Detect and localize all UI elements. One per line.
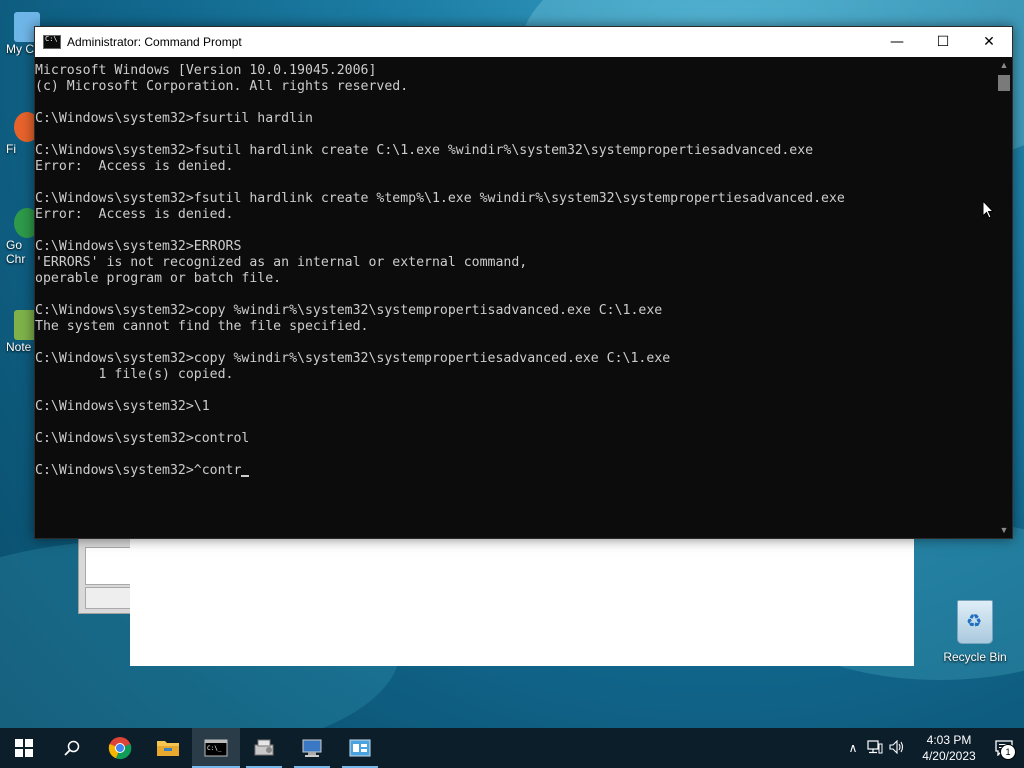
vertical-scrollbar[interactable]: ▲ ▼ [996, 57, 1012, 538]
console-line: 1 file(s) copied. [35, 367, 234, 382]
svg-text:C:\_: C:\_ [207, 745, 222, 752]
background-window-panel [78, 534, 132, 614]
windows-logo-icon [15, 739, 33, 757]
maximize-button[interactable]: ☐ [920, 27, 966, 57]
text-cursor-icon [241, 475, 250, 477]
taskbar-chrome-button[interactable] [96, 728, 144, 768]
scroll-up-arrow-icon[interactable]: ▲ [996, 57, 1012, 73]
background-window[interactable] [78, 534, 914, 666]
taskbar-file-explorer-button[interactable] [144, 728, 192, 768]
folder-icon [157, 741, 179, 756]
control-panel-icon [349, 739, 371, 757]
scroll-down-arrow-icon[interactable]: ▼ [996, 522, 1012, 538]
desktop-icon-recycle-bin[interactable]: Recycle Bin [942, 600, 1008, 664]
background-window-content [130, 534, 914, 666]
console-line: C:\Windows\system32>copy %windir%\system… [35, 303, 663, 318]
console-line: Error: Access is denied. [35, 207, 234, 222]
clock-date: 4/20/2023 [922, 749, 976, 763]
window-controls: — ☐ ✕ [874, 27, 1012, 57]
console-line: Microsoft Windows [Version 10.0.19045.20… [35, 63, 377, 78]
console-output[interactable]: Microsoft Windows [Version 10.0.19045.20… [35, 57, 996, 538]
console-line: C:\Windows\system32>fsurtil hardlin [35, 111, 313, 126]
console-line: C:\Windows\system32>ERRORS [35, 239, 242, 254]
start-button[interactable] [0, 728, 48, 768]
search-button[interactable] [48, 728, 96, 768]
background-window-box [85, 547, 131, 585]
taskbar-app-1-button[interactable] [240, 728, 288, 768]
taskbar-command-prompt-button[interactable]: C:\_ [192, 728, 240, 768]
volume-icon[interactable] [886, 739, 908, 757]
search-icon [64, 740, 80, 756]
console-current-input-line[interactable]: C:\Windows\system32>^contr [35, 463, 996, 479]
console-line: C:\Windows\system32>copy %windir%\system… [35, 351, 671, 366]
clock[interactable]: 4:03 PM 4/20/2023 [914, 732, 984, 764]
chrome-icon [108, 737, 132, 760]
taskbar-app-3-button[interactable] [336, 728, 384, 768]
system-app-icon [254, 739, 274, 756]
command-prompt-icon: C:\_ [204, 739, 228, 757]
title-bar[interactable]: Administrator: Command Prompt — ☐ ✕ [35, 27, 1012, 57]
recycle-bin-label: Recycle Bin [943, 650, 1007, 664]
console-line: C:\Windows\system32>fsutil hardlink crea… [35, 143, 814, 158]
console-line: Error: Access is denied. [35, 159, 234, 174]
console-line: (c) Microsoft Corporation. All rights re… [35, 79, 409, 94]
recycle-bin-icon [957, 600, 993, 644]
taskbar-app-2-button[interactable] [288, 728, 336, 768]
computer-management-icon [302, 739, 322, 757]
clock-time: 4:03 PM [926, 733, 972, 747]
network-icon[interactable] [864, 739, 886, 757]
action-center-button[interactable]: 1 [984, 728, 1024, 768]
system-tray: ∧ 4:03 PM 4/20/2023 1 [842, 728, 1024, 768]
console-current-input: C:\Windows\system32>^contr [35, 463, 242, 478]
close-button[interactable]: ✕ [966, 27, 1012, 57]
command-prompt-window[interactable]: Administrator: Command Prompt — ☐ ✕ Micr… [34, 26, 1013, 539]
console-line: C:\Windows\system32>\1 [35, 399, 210, 414]
console-line: The system cannot find the file specifie… [35, 319, 369, 334]
taskbar: C:\_ ∧ 4:03 PM 4/20/2023 1 [0, 728, 1024, 768]
minimize-button[interactable]: — [874, 27, 920, 57]
scrollbar-thumb[interactable] [998, 75, 1010, 91]
console-line: operable program or batch file. [35, 271, 282, 286]
command-prompt-icon [43, 35, 61, 49]
notification-count-badge: 1 [1000, 744, 1016, 760]
window-title: Administrator: Command Prompt [67, 35, 242, 49]
show-hidden-icons-chevron-icon[interactable]: ∧ [842, 741, 864, 755]
console-line: 'ERRORS' is not recognized as an interna… [35, 255, 528, 270]
background-window-box [85, 587, 131, 609]
console-line: C:\Windows\system32>fsutil hardlink crea… [35, 191, 845, 206]
mouse-pointer-icon [982, 199, 995, 225]
console-line: C:\Windows\system32>control [35, 431, 250, 446]
